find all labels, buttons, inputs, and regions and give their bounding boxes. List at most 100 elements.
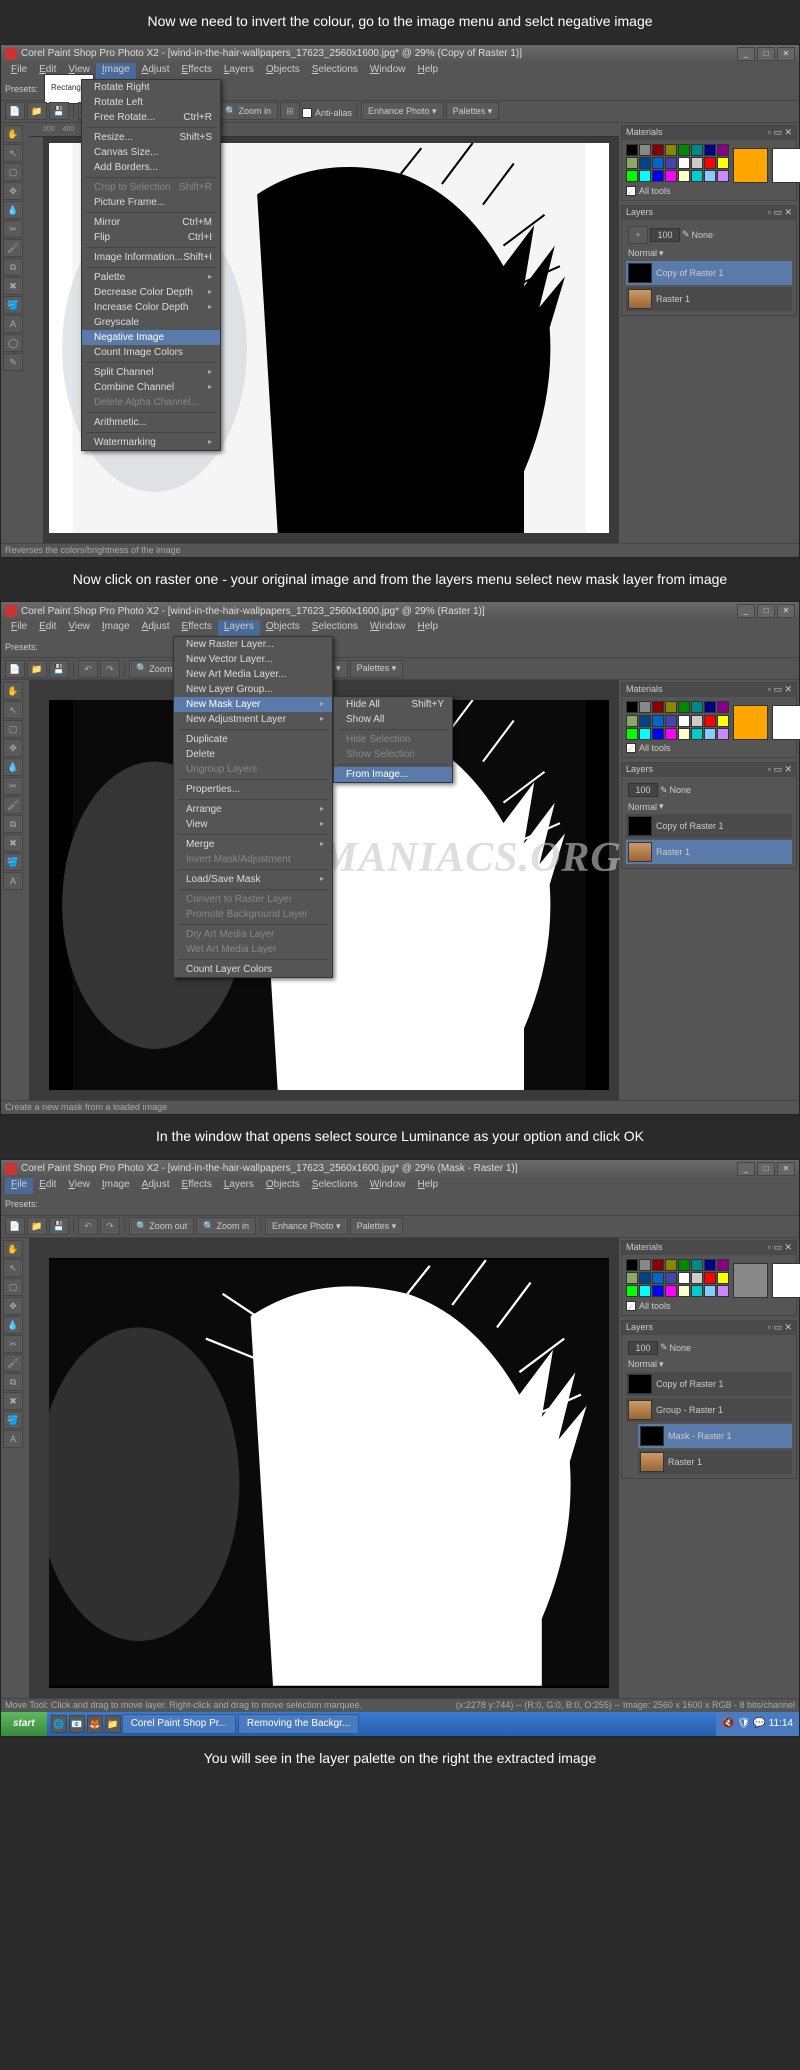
save-icon[interactable]: 💾 <box>49 1217 69 1235</box>
layer-group-raster1[interactable]: Group - Raster 1 <box>626 1398 792 1422</box>
save-icon[interactable]: 💾 <box>49 102 69 120</box>
layer-copy-raster1[interactable]: Copy of Raster 1 <box>626 261 792 285</box>
new-icon[interactable]: 📄 <box>5 660 25 678</box>
dd-delete[interactable]: Delete <box>174 747 332 762</box>
taskbar-task[interactable]: Removing the Backgr... <box>238 1714 359 1734</box>
foreground-color[interactable] <box>733 705 768 740</box>
color-swatch[interactable] <box>626 1285 638 1297</box>
minimize-button[interactable]: _ <box>737 47 755 61</box>
all-tools-checkbox[interactable]: ✓ <box>626 186 636 196</box>
maximize-button[interactable]: □ <box>757 47 775 61</box>
dd-new-group[interactable]: New Layer Group... <box>174 682 332 697</box>
menu-view[interactable]: View <box>62 620 96 636</box>
menu-file[interactable]: File <box>5 63 33 79</box>
dd-merge[interactable]: Merge▸ <box>174 837 332 852</box>
color-swatch[interactable] <box>717 144 729 156</box>
canvas[interactable] <box>49 1258 609 1688</box>
crop-tool[interactable]: ✂ <box>3 220 23 238</box>
quick-launch-icon[interactable]: 📧 <box>69 1715 85 1733</box>
dd-view[interactable]: View▸ <box>174 817 332 832</box>
quick-launch-icon[interactable]: 📁 <box>105 1715 121 1733</box>
dd-resize[interactable]: Resize...Shift+S <box>82 130 220 145</box>
menu-image[interactable]: Image <box>96 620 136 636</box>
text-tool[interactable]: A <box>3 315 23 333</box>
brush-tool[interactable]: 🖌 <box>3 796 23 814</box>
color-swatch[interactable] <box>717 170 729 182</box>
color-swatch[interactable] <box>691 1272 703 1284</box>
save-icon[interactable]: 💾 <box>49 660 69 678</box>
dd-properties[interactable]: Properties... <box>174 782 332 797</box>
color-swatch[interactable] <box>639 170 651 182</box>
close-button[interactable]: ✕ <box>777 1162 795 1176</box>
color-swatch[interactable] <box>639 144 651 156</box>
minimize-button[interactable]: _ <box>737 604 755 618</box>
brush-tool[interactable]: 🖌 <box>3 239 23 257</box>
dd-loadsave-mask[interactable]: Load/Save Mask▸ <box>174 872 332 887</box>
panel-controls[interactable]: ▫ ▭ ✕ <box>768 207 792 219</box>
dd-decrease-depth[interactable]: Decrease Color Depth▸ <box>82 285 220 300</box>
color-swatch[interactable] <box>691 170 703 182</box>
zoom-in-button[interactable]: 🔍Zoom in <box>196 1217 256 1235</box>
color-swatch[interactable] <box>691 144 703 156</box>
pick-tool[interactable]: ↖ <box>3 144 23 162</box>
move-tool[interactable]: ✥ <box>3 182 23 200</box>
sub-from-image[interactable]: From Image... <box>334 767 452 782</box>
background-color[interactable] <box>772 148 800 183</box>
color-swatch[interactable] <box>665 1259 677 1271</box>
foreground-color[interactable] <box>733 148 768 183</box>
menu-window[interactable]: Window <box>364 620 412 636</box>
tray-icon[interactable]: 🛡 <box>738 1718 751 1729</box>
fill-tool[interactable]: 🪣 <box>3 296 23 314</box>
dd-new-artmedia[interactable]: New Art Media Layer... <box>174 667 332 682</box>
color-swatch[interactable] <box>665 170 677 182</box>
eraser-tool[interactable]: ✖ <box>3 277 23 295</box>
panel-controls[interactable]: ▫ ▭ ✕ <box>768 1242 792 1254</box>
color-swatch[interactable] <box>652 157 664 169</box>
dd-watermarking[interactable]: Watermarking▸ <box>82 435 220 450</box>
color-swatch[interactable] <box>678 701 690 713</box>
layer-raster1[interactable]: Raster 1 <box>626 287 792 311</box>
color-swatch[interactable] <box>704 144 716 156</box>
undo-icon[interactable]: ↶ <box>78 660 98 678</box>
dd-mirror[interactable]: MirrorCtrl+M <box>82 215 220 230</box>
shape-tool[interactable]: ◯ <box>3 334 23 352</box>
menu-image[interactable]: Image <box>96 63 136 79</box>
menu-window[interactable]: Window <box>364 63 412 79</box>
color-swatch[interactable] <box>691 1259 703 1271</box>
dd-count-layer-colors[interactable]: Count Layer Colors <box>174 962 332 977</box>
dropper-tool[interactable]: 💧 <box>3 1316 23 1334</box>
menu-window[interactable]: Window <box>364 1178 412 1194</box>
panel-controls[interactable]: ▫ ▭ ✕ <box>768 684 792 696</box>
menu-edit[interactable]: Edit <box>33 1178 62 1194</box>
menu-layers[interactable]: Layers <box>218 63 260 79</box>
all-tools-checkbox[interactable]: ✓ <box>626 743 636 753</box>
dd-new-mask[interactable]: New Mask Layer▸ <box>174 697 332 712</box>
select-tool[interactable]: ▢ <box>3 163 23 181</box>
move-tool[interactable]: ✥ <box>3 1297 23 1315</box>
dd-new-adjustment[interactable]: New Adjustment Layer▸ <box>174 712 332 727</box>
color-swatch[interactable] <box>626 1259 638 1271</box>
color-swatch[interactable] <box>665 157 677 169</box>
dd-negative-image[interactable]: Negative Image <box>82 330 220 345</box>
brush-tool[interactable]: 🖌 <box>3 1354 23 1372</box>
color-swatch[interactable] <box>626 701 638 713</box>
close-button[interactable]: ✕ <box>777 604 795 618</box>
color-swatch[interactable] <box>717 701 729 713</box>
color-swatch[interactable] <box>717 157 729 169</box>
color-swatch[interactable] <box>691 1285 703 1297</box>
layer-copy-raster1[interactable]: Copy of Raster 1 <box>626 1372 792 1396</box>
color-swatch[interactable] <box>678 144 690 156</box>
menu-edit[interactable]: Edit <box>33 620 62 636</box>
background-color[interactable] <box>772 705 800 740</box>
select-tool[interactable]: ▢ <box>3 1278 23 1296</box>
menu-objects[interactable]: Objects <box>260 620 306 636</box>
color-swatch[interactable] <box>678 1272 690 1284</box>
maximize-button[interactable]: □ <box>757 1162 775 1176</box>
tray-icon[interactable]: 🔇 <box>722 1718 734 1729</box>
palettes-button[interactable]: Palettes ▾ <box>350 1217 404 1235</box>
quick-launch-icon[interactable]: 🦊 <box>87 1715 103 1733</box>
crop-tool[interactable]: ✂ <box>3 1335 23 1353</box>
sub-hide-all[interactable]: Hide AllShift+Y <box>334 697 452 712</box>
dd-greyscale[interactable]: Greyscale <box>82 315 220 330</box>
taskbar-task[interactable]: Corel Paint Shop Pr... <box>122 1714 236 1734</box>
